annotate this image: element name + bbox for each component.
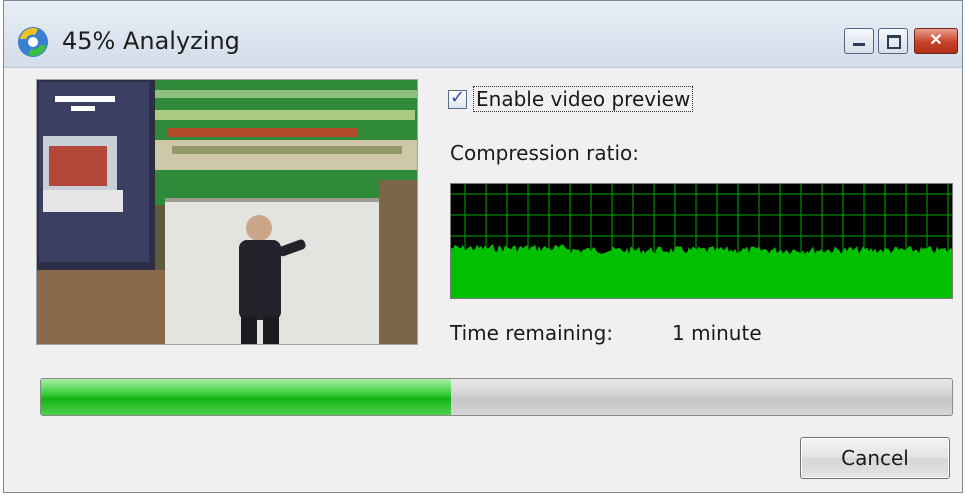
video-preview [36,79,418,345]
compression-ratio-graph [450,183,953,299]
progress-fill [41,379,451,415]
time-remaining-label: Time remaining: [450,321,614,345]
enable-preview-checkbox[interactable] [448,87,467,109]
close-button[interactable] [914,28,958,54]
enable-preview-label[interactable]: Enable video preview [473,86,694,112]
minimize-button[interactable] [844,28,874,54]
time-remaining-value: 1 minute [672,321,762,345]
enable-preview-toggle[interactable]: Enable video preview [448,85,694,113]
title-bar[interactable]: 45% Analyzing [4,1,962,68]
analyzing-dialog: 45% Analyzing ✕ ✓ Enable video preview C… [3,0,963,493]
compression-ratio-plot [451,184,952,298]
app-converter-icon [18,27,48,57]
progress-bar [40,378,953,416]
maximize-button[interactable] [878,28,908,54]
video-frame-image [37,80,417,344]
window-title: 45% Analyzing [62,27,240,55]
compression-ratio-label: Compression ratio: [450,141,639,165]
compression-ratio-area [451,244,952,298]
cancel-button[interactable]: Cancel [800,437,950,479]
